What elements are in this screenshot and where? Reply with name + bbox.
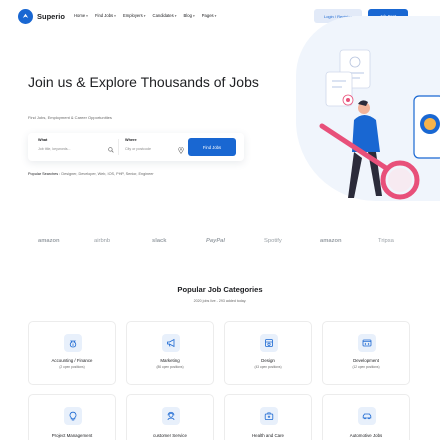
category-name: Automotive Jobs <box>349 433 383 438</box>
category-name: Development <box>353 358 379 363</box>
chevron-down-icon: ▾ <box>174 13 177 18</box>
lightbulb-icon <box>64 407 82 425</box>
category-card-customer-service[interactable]: customer Service <box>126 394 214 440</box>
first-aid-kit-icon <box>260 407 278 425</box>
popular-searches-tags[interactable]: Designer, Developer, Web, IOS, PHP, Seni… <box>61 172 153 176</box>
nav-item-label: Candidates <box>152 13 174 18</box>
category-card-design[interactable]: Design (43 open positions) <box>224 321 312 385</box>
megaphone-icon <box>162 334 180 352</box>
chevron-down-icon: ▾ <box>86 13 88 18</box>
chevron-down-icon: ▾ <box>143 13 146 18</box>
logo-text: Superio <box>37 12 65 21</box>
what-field[interactable]: What Job title, keywords... <box>38 138 112 151</box>
category-card-automotive[interactable]: Automotive Jobs <box>322 394 410 440</box>
categories-title: Popular Job Categories <box>177 285 263 294</box>
popular-searches-label: Popular Searches : <box>28 172 61 176</box>
category-card-marketing[interactable]: Marketing (86 open positions) <box>126 321 214 385</box>
brand-logo-amazon: amazon <box>38 238 60 244</box>
where-field[interactable]: Where City or postcode <box>125 138 185 151</box>
category-name: Accounting / Finance <box>51 358 93 363</box>
location-pin-icon <box>178 147 184 154</box>
brand-logo-spotify: Spotify <box>264 238 282 244</box>
brand-logos-strip: amazon airbnb slack PayPal Spotify amazo… <box>0 238 440 252</box>
nav-item-home[interactable]: Home ▾ <box>74 13 88 18</box>
category-count: (12 open positions) <box>352 365 380 369</box>
brand-logo-paypal: PayPal <box>206 238 226 244</box>
brand-logo-airbnb: airbnb <box>94 238 111 244</box>
category-card-health-care[interactable]: Health and Care <box>224 394 312 440</box>
what-label: What <box>38 138 48 142</box>
code-window-icon <box>358 334 376 352</box>
chevron-down-icon: ▾ <box>214 13 217 18</box>
chevron-down-icon: ▾ <box>114 13 116 18</box>
nav-item-candidates[interactable]: Candidates ▾ <box>153 13 177 18</box>
category-count: (2 open positions) <box>59 365 85 369</box>
nav-item-label: Employers <box>122 13 143 18</box>
design-tools-icon <box>260 334 278 352</box>
category-name: Health and Care <box>252 433 284 438</box>
money-bag-icon <box>64 334 82 352</box>
nav-item-employers[interactable]: Employers ▾ <box>123 13 146 18</box>
nav-item-label: Pages <box>201 13 214 18</box>
hero-subtitle: Find Jobs, Employment & Career Opportuni… <box>28 115 112 120</box>
headset-agent-icon <box>162 407 180 425</box>
find-jobs-button[interactable]: Find Jobs <box>188 138 236 156</box>
category-name: customer Service <box>153 433 187 438</box>
category-count: (43 open positions) <box>254 365 282 369</box>
category-name: Project Management <box>51 433 93 438</box>
where-label: Where <box>125 138 137 142</box>
briefcase-logo-icon <box>18 9 33 24</box>
category-card-project-management[interactable]: Project Management <box>28 394 116 440</box>
category-name: Design <box>261 358 275 363</box>
category-name: Marketing <box>160 358 180 363</box>
site-logo[interactable]: Superio <box>18 9 65 24</box>
what-input[interactable]: Job title, keywords... <box>38 147 112 151</box>
hero-title: Join us & Explore Thousands of Jobs <box>28 74 259 90</box>
category-card-development[interactable]: Development (12 open positions) <box>322 321 410 385</box>
nav-item-label: Home <box>74 13 86 18</box>
category-card-accounting[interactable]: Accounting / Finance (2 open positions) <box>28 321 116 385</box>
main-nav: Home ▾ Find Jobs ▾ Employers ▾ Candidates ▾ … <box>74 13 216 18</box>
popular-searches: Popular Searches : Designer, Developer, … <box>28 172 154 176</box>
job-search-form: What Job title, keywords... Where City o… <box>28 133 244 161</box>
car-icon <box>358 407 376 425</box>
category-count: (86 open positions) <box>156 365 184 369</box>
nav-item-pages[interactable]: Pages ▾ <box>202 13 217 18</box>
nav-item-find-jobs[interactable]: Find Jobs ▾ <box>95 13 116 18</box>
nav-item-label: Blog <box>183 13 192 18</box>
nav-item-label: Find Jobs <box>94 13 114 18</box>
brand-logo-amazon: amazon <box>320 238 342 244</box>
where-input[interactable]: City or postcode <box>125 147 185 151</box>
brand-logo-tripsa: Tripsa <box>378 238 394 244</box>
search-divider <box>118 139 119 155</box>
categories-subtitle: 2020 jobs live - 293 added today. <box>193 299 247 303</box>
brand-logo-slack: slack <box>152 238 167 244</box>
nav-item-blog[interactable]: Blog ▾ <box>184 13 195 18</box>
search-icon <box>108 147 114 153</box>
job-search-illustration <box>319 49 440 200</box>
chevron-down-icon: ▾ <box>192 13 195 18</box>
